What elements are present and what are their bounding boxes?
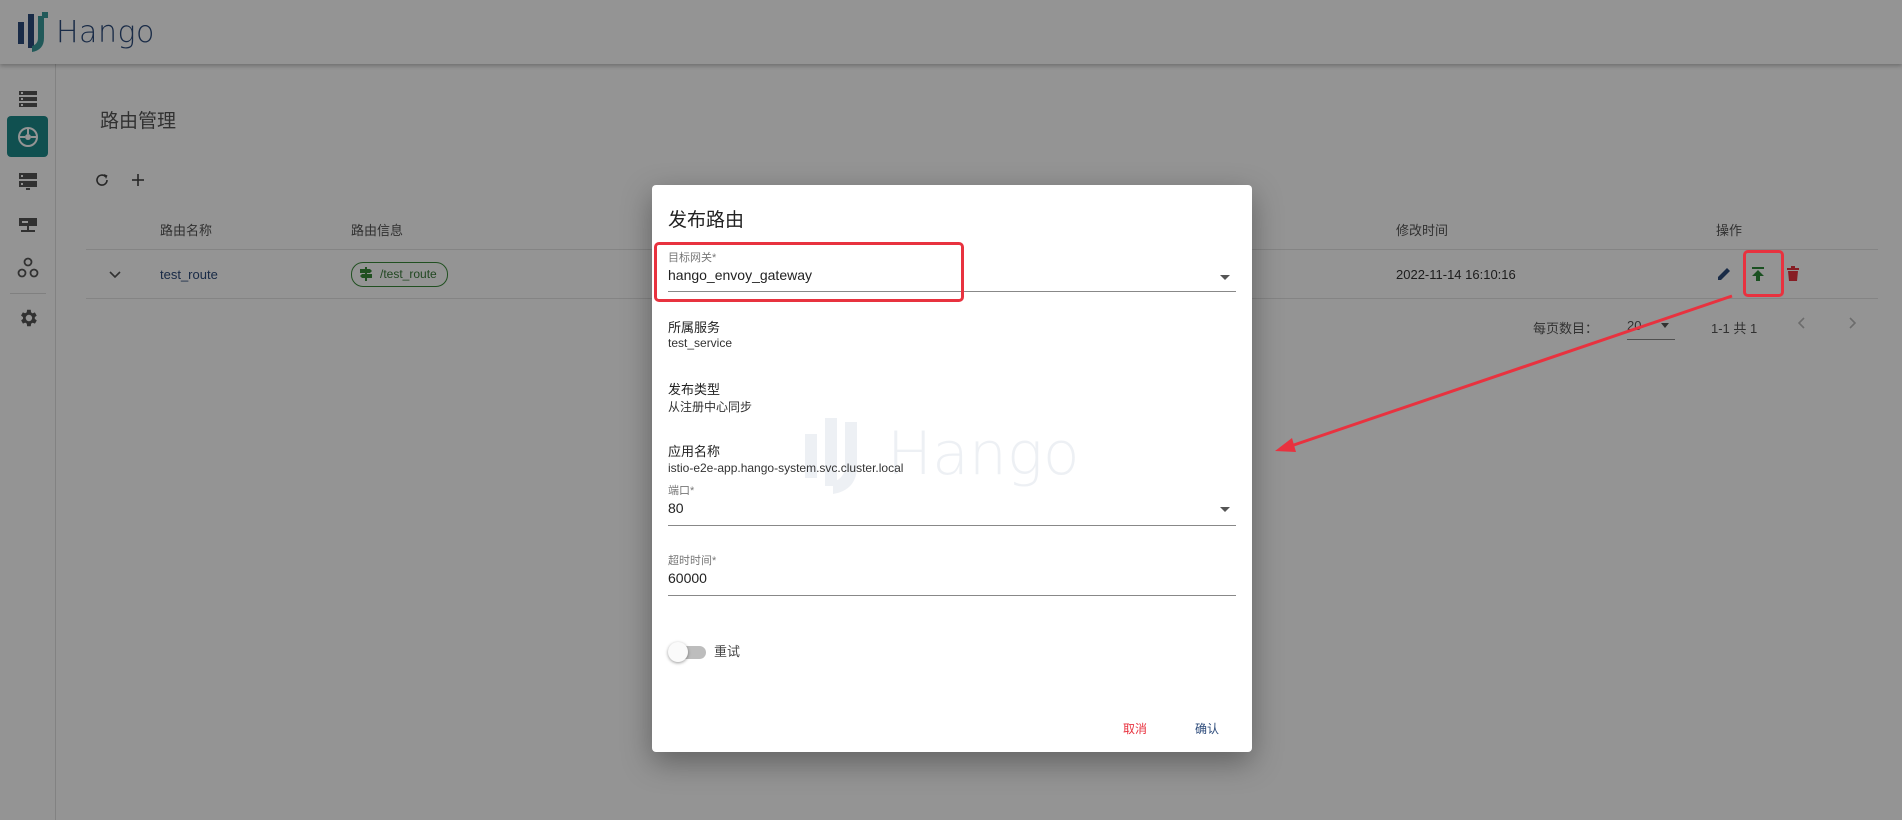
confirm-button[interactable]: 确认 — [1187, 716, 1227, 741]
hango-watermark: Hango — [797, 410, 1080, 498]
hango-logo-icon — [805, 418, 857, 494]
service-value: test_service — [668, 336, 733, 350]
timeout-label: 超时时间* — [668, 555, 717, 567]
caret-down-icon — [1220, 507, 1230, 512]
timeout-value: 60000 — [668, 570, 707, 586]
service-label: 所属服务 — [668, 320, 721, 335]
publish-type-label: 发布类型 — [668, 382, 721, 397]
publish-type-value: 从注册中心同步 — [668, 400, 753, 414]
gateway-highlight-box — [654, 242, 964, 302]
port-value: 80 — [668, 500, 684, 516]
retry-toggle[interactable] — [668, 641, 706, 663]
dialog-title: 发布路由 — [668, 210, 745, 231]
cancel-button[interactable]: 取消 — [1115, 716, 1155, 741]
retry-label: 重试 — [714, 644, 741, 659]
watermark-text: Hango — [887, 419, 1080, 489]
app-name-value: istio-e2e-app.hango-system.svc.cluster.l… — [668, 461, 904, 475]
port-underline — [668, 525, 1236, 526]
toggle-thumb — [668, 642, 688, 662]
timeout-underline — [668, 595, 1236, 596]
publish-highlight-box — [1743, 250, 1784, 297]
app-name-label: 应用名称 — [668, 444, 721, 459]
caret-down-icon — [1220, 275, 1230, 280]
port-label: 端口* — [668, 485, 695, 497]
